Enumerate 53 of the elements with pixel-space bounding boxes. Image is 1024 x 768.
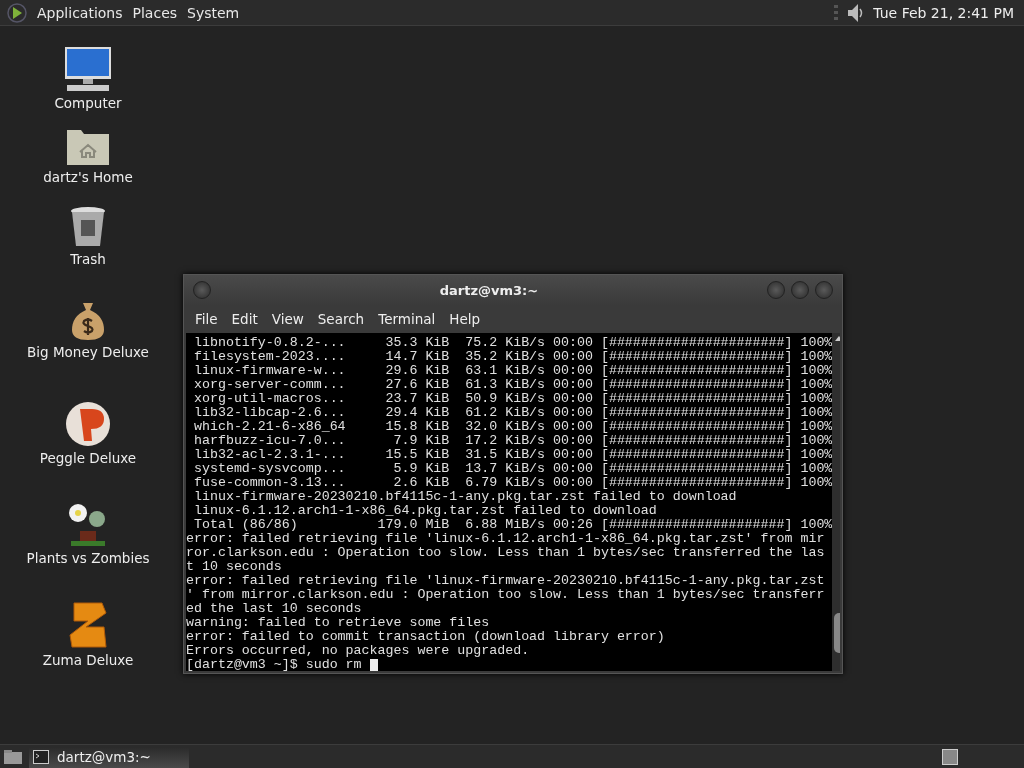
- drag-handle-icon: [833, 3, 840, 22]
- menu-item[interactable]: Terminal: [371, 311, 443, 327]
- window-title: dartz@vm3:~: [438, 282, 540, 298]
- desktop-icon-label[interactable]: dartz's Home: [43, 169, 133, 185]
- terminal-line: libnotify-0.8.2-... 35.3 KiB 75.2 KiB/s 00:00 [######################] 100%: [192, 336, 833, 350]
- panel-menu[interactable]: System: [182, 4, 245, 21]
- terminal-line: error: failed retrieving file 'linux-firmware-20230210.bf4115c-1-any.pkg.tar.zst: [186, 574, 826, 588]
- ball-icon[interactable]: [65, 401, 111, 447]
- desktop-icon-label[interactable]: Peggle Deluxe: [39, 450, 137, 466]
- desktop-icon-label[interactable]: Computer: [54, 95, 122, 111]
- terminal-line: linux-firmware-w... 29.6 KiB 63.1 KiB/s 00:00 [######################] 100%: [192, 364, 833, 378]
- terminal-line: ror.clarkson.edu : Operation too slow. Less than 1 bytes/sec transferred the las: [186, 546, 826, 560]
- terminal-line: linux-firmware-20230210.bf4115c-1-any.pkg.tar.zst failed to download: [192, 490, 738, 504]
- menu-item[interactable]: File: [188, 311, 225, 327]
- terminal-line: harfbuzz-icu-7.0... 7.9 KiB 17.2 KiB/s 00:00 [######################] 100%: [192, 434, 833, 448]
- desktop-icon-label[interactable]: Big Money Deluxe: [27, 344, 149, 360]
- clock[interactable]: Tue Feb 21, 2:41 PM: [867, 4, 1024, 21]
- terminal-line: ' from mirror.clarkson.edu : Operation too slow. Less than 1 bytes/sec transferr: [186, 588, 826, 602]
- desktop-icon-label[interactable]: Plants vs Zombies: [26, 550, 150, 566]
- menu-item[interactable]: Search: [310, 311, 372, 327]
- terminal-line: systemd-sysvcomp... 5.9 KiB 13.7 KiB/s 00:00 [######################] 100%: [192, 462, 833, 476]
- terminal-line: error: failed to commit transaction (download library error): [186, 630, 666, 644]
- show-desktop-icon[interactable]: [3, 749, 23, 765]
- menu-item[interactable]: Help: [442, 311, 488, 327]
- menu-item[interactable]: Edit: [224, 311, 265, 327]
- terminal-line: warning: failed to retrieve some files: [186, 616, 491, 630]
- terminal-line: linux-6.1.12.arch1-1-x86_64.pkg.tar.zst failed to download: [192, 504, 658, 518]
- terminal-line: filesystem-2023.... 14.7 KiB 35.2 KiB/s 00:00 [######################] 100%: [192, 350, 833, 364]
- menu-item[interactable]: View: [264, 311, 311, 327]
- terminal-line: Errors occurred, no packages were upgraded.: [186, 644, 531, 658]
- money-bag-icon[interactable]: [70, 301, 106, 341]
- panel-menu[interactable]: Places: [127, 4, 183, 21]
- terminal-line: xorg-util-macros... 23.7 KiB 50.9 KiB/s 00:00 [######################] 100%: [192, 392, 833, 406]
- terminal-line: xorg-server-comm... 27.6 KiB 61.3 KiB/s 00:00 [######################] 100%: [192, 378, 833, 392]
- terminal-line: Total (86/86) 179.0 MiB 6.88 MiB/s 00:26 [######################] 100%: [192, 518, 833, 532]
- terminal-line: t 10 seconds: [186, 560, 283, 574]
- terminal-line: [dartz@vm3 ~]$ sudo rm: [186, 658, 363, 671]
- terminal-line: lib32-acl-2.3.1-... 15.5 KiB 31.5 KiB/s 00:00 [######################] 100%: [192, 448, 833, 462]
- desktop-icon-label[interactable]: Trash: [70, 251, 106, 267]
- trash-icon[interactable]: [69, 206, 107, 248]
- terminal-line: which-2.21-6-x86_64 15.8 KiB 32.0 KiB/s 00:00 [######################] 100%: [192, 420, 833, 434]
- panel-menu[interactable]: Applications: [32, 4, 128, 21]
- terminal-icon: [33, 750, 49, 764]
- terminal-line: fuse-common-3.13... 2.6 KiB 6.79 KiB/s 00:00 [######################] 100%: [192, 476, 833, 490]
- terminal-line: lib32-libcap-2.6... 29.4 KiB 61.2 KiB/s 00:00 [######################] 100%: [192, 406, 833, 420]
- menu-logo-icon[interactable]: [6, 1, 28, 24]
- desktop-icon-label[interactable]: Zuma Deluxe: [42, 652, 134, 668]
- computer-icon[interactable]: [63, 46, 113, 92]
- workspace-switcher[interactable]: [942, 749, 958, 765]
- terminal-line: ed the last 10 seconds: [186, 602, 363, 616]
- cursor: [369, 658, 378, 671]
- stone-block-icon[interactable]: [68, 601, 108, 649]
- terminal-line: error: failed retrieving file 'linux-6.1.12.arch1-1-x86_64.pkg.tar.zst' from mir: [186, 532, 826, 546]
